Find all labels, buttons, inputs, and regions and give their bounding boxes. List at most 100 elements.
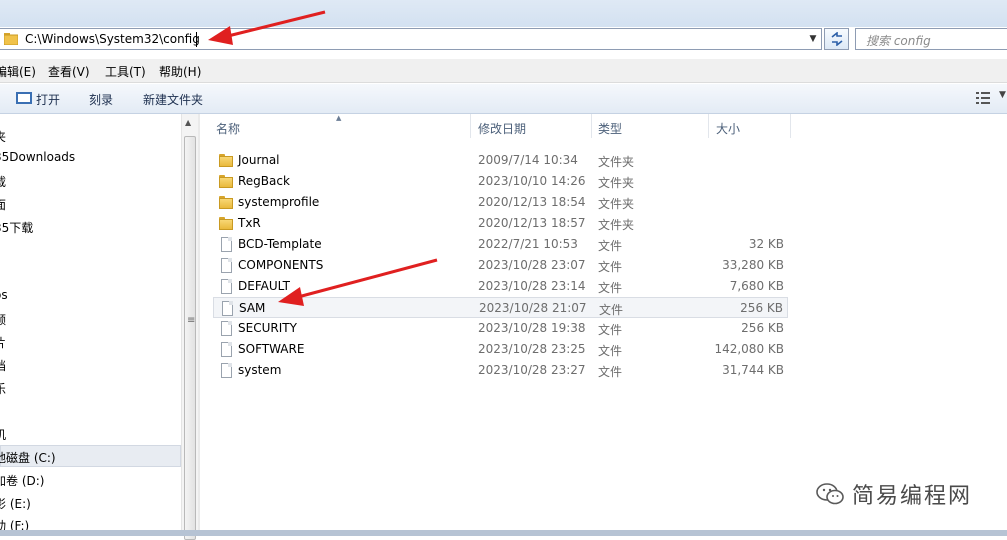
search-placeholder: 搜索 config [866, 34, 931, 48]
file-date: 2023/10/10 14:26 [478, 174, 586, 188]
file-date: 2023/10/28 19:38 [478, 321, 586, 335]
nav-item-recent[interactable]: 载 [0, 173, 6, 190]
file-type: 文件 [598, 365, 623, 379]
file-name: system [238, 363, 282, 377]
file-row[interactable]: TxR 2020/12/13 18:57 文件夹 [213, 213, 788, 234]
menu-view[interactable]: 查看(V) [48, 63, 90, 80]
file-date: 2023/10/28 23:14 [478, 279, 586, 293]
nav-item-drive-d[interactable]: 加卷 (D:) [0, 472, 44, 489]
new-folder-button[interactable]: 新建文件夹 [143, 91, 203, 108]
nav-item-drive-c[interactable]: 地磁盘 (C:) [0, 449, 56, 466]
nav-item-computer[interactable]: 机 [0, 426, 6, 443]
nav-item-favorites[interactable]: 夹 [0, 128, 6, 145]
file-name: systemprofile [238, 195, 320, 209]
file-name: BCD-Template [238, 237, 322, 251]
folder-icon [4, 33, 18, 45]
scroll-up-icon[interactable]: ▲ [185, 118, 191, 127]
address-path[interactable]: C:\Windows\System32\config [25, 32, 200, 46]
file-date: 2023/10/28 23:07 [478, 258, 586, 272]
file-type: 文件 [598, 281, 623, 295]
column-divider[interactable] [591, 114, 592, 138]
menu-help[interactable]: 帮助(H) [159, 63, 201, 80]
open-button[interactable]: 打开 [36, 91, 60, 108]
taskbar [0, 530, 1007, 536]
file-icon [222, 301, 233, 316]
file-row[interactable]: DEFAULT 2023/10/28 23:14 文件 7,680 KB [213, 276, 788, 297]
nav-item-pictures[interactable]: 片 [0, 334, 6, 351]
nav-item-desktop[interactable]: 面 [0, 196, 6, 213]
file-date: 2023/10/28 23:27 [478, 363, 586, 377]
file-row[interactable]: system 2023/10/28 23:27 文件 31,744 KB [213, 360, 788, 381]
scrollbar-thumb[interactable]: ≡ [184, 136, 196, 540]
command-bar: 打开 刻录 新建文件夹 ▼ [0, 84, 1007, 114]
file-name: TxR [238, 216, 261, 230]
nav-scrollbar[interactable]: ▲ ≡ [181, 114, 198, 540]
address-bar[interactable]: C:\Windows\System32\config ▼ [0, 28, 822, 50]
watermark-text: 简易编程网 [852, 484, 973, 509]
file-name: SOFTWARE [238, 342, 305, 356]
file-size: 33,280 KB [722, 258, 784, 272]
column-divider[interactable] [470, 114, 471, 138]
view-options-icon[interactable] [976, 92, 990, 104]
file-row[interactable]: COMPONENTS 2023/10/28 23:07 文件 33,280 KB [213, 255, 788, 276]
file-type: 文件夹 [598, 197, 635, 211]
file-type: 文件 [598, 323, 623, 337]
chevron-down-icon[interactable]: ▼ [806, 30, 820, 48]
nav-item-video[interactable]: 频 [0, 311, 6, 328]
file-size: 32 KB [748, 237, 784, 251]
nav-item-documents[interactable]: 档 [0, 357, 6, 374]
file-name: RegBack [238, 174, 290, 188]
column-header-name[interactable]: 名称 [216, 120, 240, 137]
file-type: 文件夹 [598, 218, 635, 232]
nav-item-videos[interactable]: os [0, 288, 8, 302]
file-row[interactable]: SOFTWARE 2023/10/28 23:25 文件 142,080 KB [213, 339, 788, 360]
file-icon [221, 342, 232, 357]
file-row[interactable]: BCD-Template 2022/7/21 10:53 文件 32 KB [213, 234, 788, 255]
file-type: 文件 [599, 303, 624, 317]
file-row[interactable]: SECURITY 2023/10/28 19:38 文件 256 KB [213, 318, 788, 339]
watermark: 简易编程网 [816, 479, 972, 509]
burn-button[interactable]: 刻录 [89, 91, 113, 108]
column-header-date[interactable]: 修改日期 [478, 120, 526, 137]
refresh-icon [831, 32, 842, 46]
file-row[interactable]: RegBack 2023/10/10 14:26 文件夹 [213, 171, 788, 192]
column-divider[interactable] [708, 114, 709, 138]
file-size: 256 KB [740, 301, 783, 315]
column-header-size[interactable]: 大小 [716, 120, 740, 137]
file-date: 2022/7/21 10:53 [478, 237, 578, 251]
menu-tools[interactable]: 工具(T) [105, 63, 146, 80]
chevron-down-icon[interactable]: ▼ [999, 90, 1006, 100]
folder-icon [219, 196, 233, 209]
text-cursor [196, 32, 197, 47]
nav-item-music[interactable]: 乐 [0, 380, 6, 397]
search-input[interactable]: 搜索 config [855, 28, 1007, 50]
column-header-type[interactable]: 类型 [598, 120, 622, 137]
column-divider[interactable] [790, 114, 791, 138]
wechat-icon [816, 483, 844, 505]
file-name: DEFAULT [238, 279, 290, 293]
open-icon [16, 92, 32, 104]
window-title-bar [0, 0, 1007, 27]
nav-item-downloads-2[interactable]: 35下载 [0, 219, 33, 236]
file-type: 文件 [598, 344, 623, 358]
file-row-selected[interactable]: SAM 2023/10/28 21:07 文件 256 KB [213, 297, 788, 318]
menu-edit[interactable]: 编辑(E) [0, 63, 36, 80]
file-name: SAM [239, 301, 266, 315]
refresh-button[interactable] [824, 28, 849, 50]
sort-ascending-icon: ▲ [336, 114, 342, 122]
file-icon [221, 363, 232, 378]
file-name: SECURITY [238, 321, 297, 335]
nav-item-drive-e[interactable]: 影 (E:) [0, 495, 31, 512]
file-size: 31,744 KB [722, 363, 784, 377]
file-row[interactable]: systemprofile 2020/12/13 18:54 文件夹 [213, 192, 788, 213]
file-icon [221, 321, 232, 336]
file-icon [221, 258, 232, 273]
file-date: 2023/10/28 21:07 [479, 301, 587, 315]
file-row[interactable]: Journal 2009/7/14 10:34 文件夹 [213, 150, 788, 171]
file-icon [221, 237, 232, 252]
file-date: 2020/12/13 18:54 [478, 195, 586, 209]
nav-item-downloads[interactable]: 35Downloads [0, 150, 75, 164]
file-name: COMPONENTS [238, 258, 324, 272]
grip-icon: ≡ [187, 315, 196, 326]
file-size: 256 KB [741, 321, 784, 335]
